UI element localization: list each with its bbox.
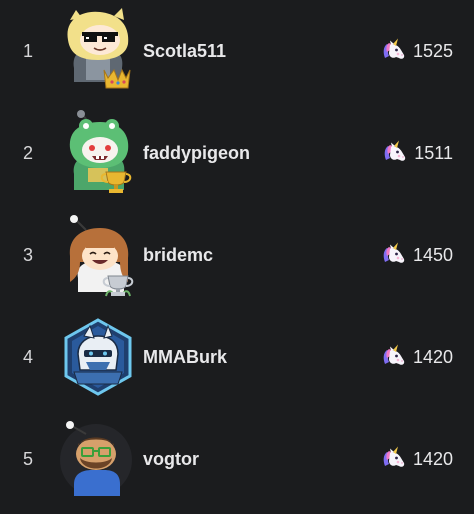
snoo-avatar-bridemc[interactable]: [56, 212, 140, 298]
username[interactable]: Scotla511: [143, 39, 226, 63]
leaderboard-row-3[interactable]: 3 bridemc 1450: [0, 204, 474, 304]
score: 1420: [381, 447, 453, 471]
score-value: 1450: [412, 245, 453, 265]
unicorn-icon: [382, 140, 408, 166]
score-value: 1420: [412, 347, 453, 367]
leaderboard-row-2[interactable]: 2 faddypigeon 1511: [0, 102, 474, 202]
snoo-avatar-mmaburk[interactable]: [56, 314, 140, 400]
unicorn-icon: [381, 38, 407, 64]
score-value: 1525: [412, 41, 453, 61]
username[interactable]: bridemc: [143, 243, 213, 267]
leaderboard-row-1[interactable]: 1 Scotla511 1525: [0, 0, 474, 100]
unicorn-icon: [381, 344, 407, 370]
score: 1450: [381, 243, 453, 267]
snoo-avatar-vogtor[interactable]: [56, 416, 140, 502]
rank-number: 4: [22, 347, 33, 367]
snoo-avatar-scotla511[interactable]: [56, 8, 140, 94]
rank-number: 5: [22, 449, 33, 469]
unicorn-icon: [381, 446, 407, 472]
username[interactable]: MMABurk: [143, 345, 227, 369]
unicorn-icon: [381, 242, 407, 268]
score: 1511: [382, 141, 453, 165]
rank-number: 3: [22, 245, 33, 265]
score-value: 1511: [414, 143, 453, 163]
rank-number: 1: [22, 41, 33, 61]
leaderboard-row-4[interactable]: 4 MMABurk 1420: [0, 306, 474, 406]
username[interactable]: faddypigeon: [143, 141, 250, 165]
leaderboard-row-5[interactable]: 5 vogtor 1420: [0, 408, 474, 508]
snoo-avatar-faddypigeon[interactable]: [56, 110, 140, 196]
score: 1525: [381, 39, 453, 63]
rank-number: 2: [22, 143, 33, 163]
leaderboard-list: 1 Scotla511 1525 2 faddypigeon 1511 3 br…: [0, 0, 474, 514]
username[interactable]: vogtor: [143, 447, 199, 471]
score-value: 1420: [412, 449, 453, 469]
score: 1420: [381, 345, 453, 369]
